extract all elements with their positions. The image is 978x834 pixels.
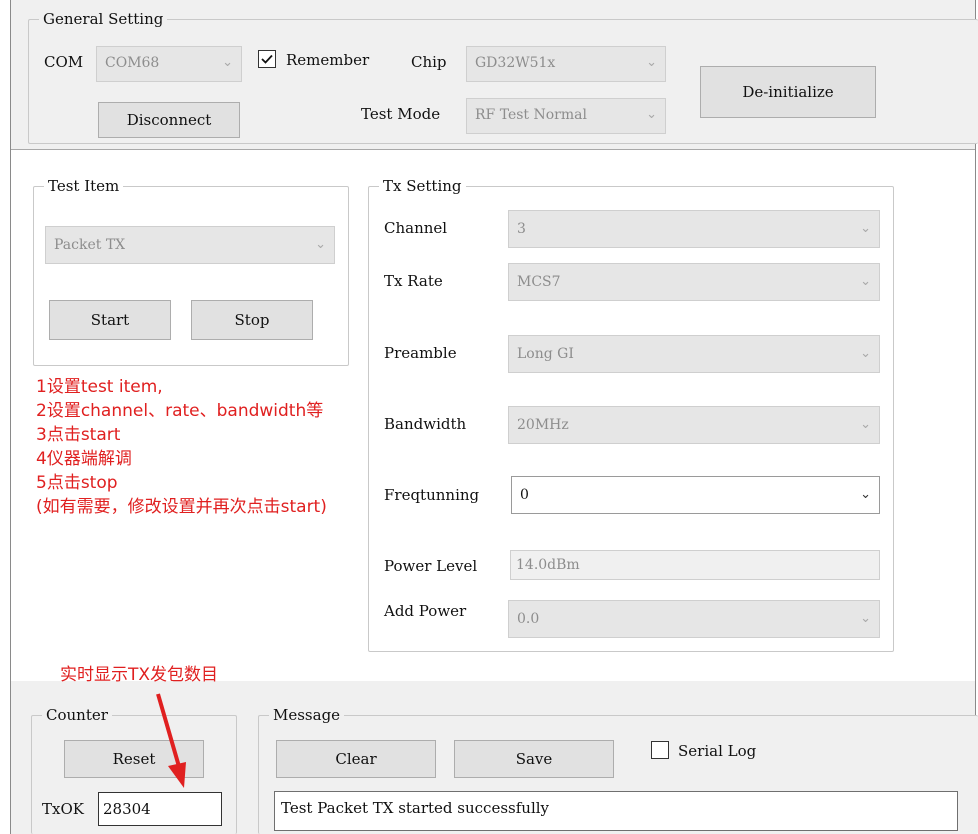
- channel-select[interactable]: 3 ⌄: [508, 210, 880, 248]
- reset-button[interactable]: Reset: [64, 740, 204, 778]
- preamble-value: Long GI: [517, 346, 574, 362]
- annotation-step-4: 4仪器端解调: [36, 449, 132, 469]
- annotation-step-1: 1设置test item,: [36, 377, 163, 397]
- preamble-select[interactable]: Long GI ⌄: [508, 335, 880, 373]
- bandwidth-select[interactable]: 20MHz ⌄: [508, 406, 880, 444]
- chevron-down-icon: ⌄: [315, 237, 326, 252]
- freqtunning-value: 0: [520, 487, 529, 503]
- tx-rate-select[interactable]: MCS7 ⌄: [508, 263, 880, 301]
- counter-title: Counter: [42, 705, 112, 725]
- com-select[interactable]: COM68 ⌄: [96, 46, 242, 82]
- test-item-value: Packet TX: [54, 237, 126, 253]
- channel-value: 3: [517, 221, 526, 237]
- start-button[interactable]: Start: [49, 300, 171, 340]
- power-level-field: 14.0dBm: [510, 550, 880, 580]
- chevron-down-icon: ⌄: [860, 346, 871, 361]
- checkmark-icon: [261, 54, 273, 64]
- annotation-step-2: 2设置channel、rate、bandwidth等: [36, 401, 324, 421]
- com-value: COM68: [105, 55, 160, 71]
- general-setting-title: General Setting: [39, 9, 168, 29]
- serial-log-label: Serial Log: [678, 742, 757, 760]
- chevron-down-icon: ⌄: [860, 487, 871, 502]
- chevron-down-icon: ⌄: [860, 274, 871, 289]
- test-item-select[interactable]: Packet TX ⌄: [45, 226, 335, 264]
- message-log[interactable]: Test Packet TX started successfully: [274, 791, 958, 831]
- txok-field: 28304: [98, 792, 222, 826]
- test-mode-select[interactable]: RF Test Normal ⌄: [466, 98, 666, 134]
- txok-label: TxOK: [42, 800, 84, 818]
- chevron-down-icon: ⌄: [860, 221, 871, 236]
- power-level-label: Power Level: [384, 557, 478, 575]
- freqtunning-select[interactable]: 0 ⌄: [511, 476, 880, 514]
- bandwidth-value: 20MHz: [517, 417, 569, 433]
- preamble-label: Preamble: [384, 344, 457, 362]
- chip-select[interactable]: GD32W51x ⌄: [466, 46, 666, 82]
- add-power-label: Add Power: [384, 602, 467, 620]
- chip-value: GD32W51x: [475, 55, 556, 71]
- chevron-down-icon: ⌄: [222, 55, 233, 70]
- tx-setting-title: Tx Setting: [379, 176, 466, 196]
- remember-label: Remember: [286, 51, 370, 69]
- annotation-step-3: 3点击start: [36, 425, 121, 445]
- tx-rate-value: MCS7: [517, 274, 561, 290]
- message-title: Message: [269, 705, 345, 725]
- test-mode-value: RF Test Normal: [475, 107, 587, 123]
- bandwidth-label: Bandwidth: [384, 415, 467, 433]
- chevron-down-icon: ⌄: [646, 55, 657, 70]
- clear-button[interactable]: Clear: [276, 740, 436, 778]
- chevron-down-icon: ⌄: [860, 611, 871, 626]
- serial-log-checkbox[interactable]: [651, 741, 669, 759]
- add-power-select[interactable]: 0.0 ⌄: [508, 600, 880, 638]
- chevron-down-icon: ⌄: [860, 417, 871, 432]
- annotation-step-5: 5点击stop: [36, 473, 118, 493]
- com-label: COM: [44, 53, 84, 71]
- disconnect-button[interactable]: Disconnect: [98, 102, 240, 138]
- tx-rate-label: Tx Rate: [384, 272, 443, 290]
- test-item-title: Test Item: [44, 176, 124, 196]
- annotation-counter-note: 实时显示TX发包数目: [60, 665, 219, 685]
- channel-label: Channel: [384, 219, 448, 237]
- freqtunning-label: Freqtunning: [384, 486, 480, 504]
- annotation-step-6: (如有需要，修改设置并再次点击start): [36, 497, 327, 517]
- test-mode-label: Test Mode: [361, 105, 441, 123]
- stop-button[interactable]: Stop: [191, 300, 313, 340]
- remember-checkbox[interactable]: [258, 50, 276, 68]
- deinitialize-button[interactable]: De-initialize: [700, 66, 876, 118]
- chevron-down-icon: ⌄: [646, 107, 657, 122]
- chip-label: Chip: [411, 53, 447, 71]
- add-power-value: 0.0: [517, 611, 540, 627]
- save-button[interactable]: Save: [454, 740, 614, 778]
